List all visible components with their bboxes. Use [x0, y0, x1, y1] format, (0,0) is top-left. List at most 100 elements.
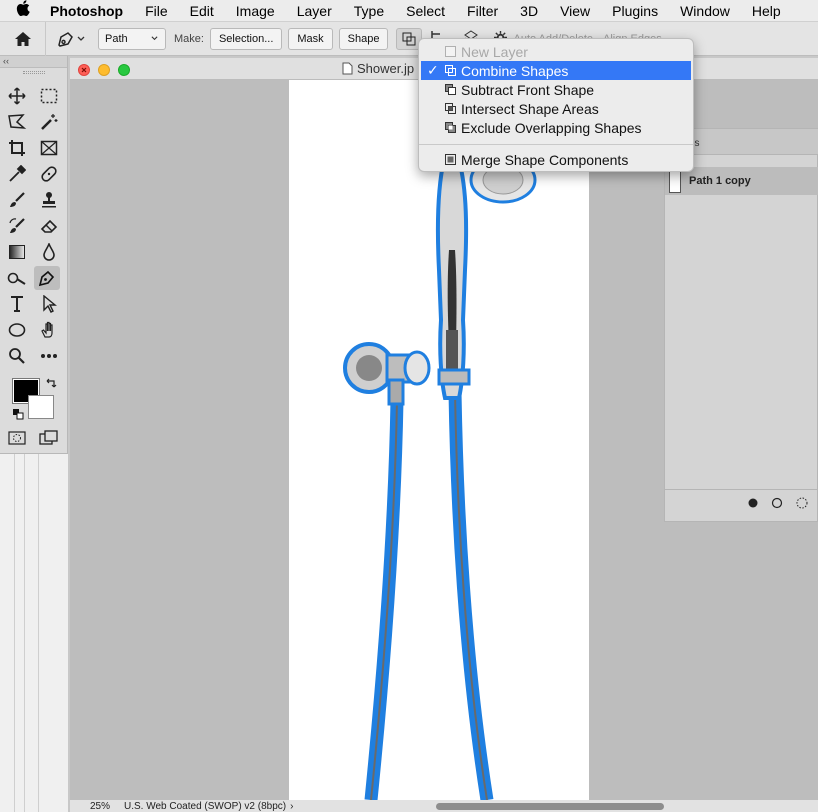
swap-arrows-icon [46, 378, 57, 388]
pen-tool-preset-picker[interactable] [56, 30, 86, 48]
panel-grip[interactable] [22, 71, 45, 74]
move-tool[interactable] [4, 84, 30, 108]
path-operations-menu: New Layer ✓ Combine Shapes Subtract Fron… [418, 38, 694, 172]
chevron-down-icon [77, 36, 85, 41]
close-window-button[interactable] [78, 64, 90, 76]
stroke-path-icon[interactable] [771, 497, 783, 509]
path-mode-select[interactable]: Path [98, 27, 166, 50]
merge-shape-components-icon [445, 154, 456, 165]
document-title: Shower.jp [342, 61, 414, 76]
combine-shapes-icon [445, 65, 456, 76]
make-shape-button[interactable]: Shape [338, 27, 389, 50]
collapse-panel-icon[interactable]: ‹‹ [3, 56, 9, 66]
menu-edit[interactable]: Edit [179, 3, 225, 19]
load-path-as-selection-icon[interactable] [795, 496, 809, 510]
menu-file[interactable]: File [134, 3, 179, 19]
ellipse-tool[interactable] [4, 318, 30, 342]
magic-wand-tool[interactable] [36, 110, 62, 134]
default-colors-button[interactable] [12, 407, 24, 425]
swap-colors-button[interactable] [45, 376, 57, 394]
default-colors-icon [13, 409, 24, 420]
apple-menu-icon[interactable] [0, 0, 46, 21]
magnifier-icon [9, 348, 25, 364]
minimize-window-button[interactable] [98, 64, 110, 76]
zoom-level[interactable]: 25% [90, 801, 110, 812]
horizontal-scrollbar[interactable] [436, 803, 664, 810]
gradient-icon [9, 245, 25, 259]
menu-item-subtract-front-shape[interactable]: Subtract Front Shape [419, 80, 693, 99]
fill-path-icon[interactable] [747, 497, 759, 509]
eraser-tool[interactable] [36, 214, 62, 238]
menu-bar: Photoshop File Edit Image Layer Type Sel… [0, 0, 818, 22]
paths-panel: hs Path 1 copy [664, 128, 818, 522]
crop-icon [9, 140, 25, 156]
history-brush-tool[interactable] [4, 214, 30, 238]
more-tools-button[interactable] [36, 344, 62, 368]
path-selection-tool[interactable] [36, 292, 62, 316]
gradient-tool[interactable] [4, 240, 30, 264]
exclude-overlapping-shapes-icon [445, 122, 456, 133]
type-icon [11, 296, 23, 312]
menu-item-merge-shape-components[interactable]: Merge Shape Components [419, 150, 693, 169]
menu-type[interactable]: Type [343, 3, 395, 19]
quick-mask-icon [8, 431, 26, 445]
background-color-swatch[interactable] [28, 395, 54, 419]
menu-item-label: Merge Shape Components [461, 151, 629, 168]
menu-app-name[interactable]: Photoshop [46, 3, 134, 19]
arrow-cursor-icon [43, 295, 57, 313]
marquee-tool[interactable] [36, 84, 62, 108]
menu-filter[interactable]: Filter [456, 3, 509, 19]
status-menu-arrow-icon[interactable]: › [290, 801, 293, 812]
clone-stamp-tool[interactable] [36, 188, 62, 212]
menu-select[interactable]: Select [395, 3, 456, 19]
quick-mask-button[interactable] [4, 426, 30, 450]
menu-plugins[interactable]: Plugins [601, 3, 669, 19]
dodge-icon [7, 272, 26, 285]
path-name: Path 1 copy [689, 175, 751, 187]
menu-help[interactable]: Help [741, 3, 792, 19]
checkmark-icon: ✓ [427, 62, 439, 78]
tools-panel-header[interactable]: ‹‹ [0, 56, 67, 68]
move-icon [8, 87, 26, 105]
home-button[interactable] [0, 21, 46, 56]
make-label: Make: [174, 32, 204, 45]
color-profile: U.S. Web Coated (SWOP) v2 (8bpc) [124, 800, 287, 812]
pen-tool[interactable] [34, 266, 60, 290]
frame-tool[interactable] [36, 136, 62, 160]
dodge-tool[interactable] [4, 266, 30, 290]
menu-item-label: Exclude Overlapping Shapes [461, 119, 642, 136]
zoom-tool[interactable] [4, 344, 30, 368]
make-mask-button[interactable]: Mask [288, 27, 333, 50]
brush-tool[interactable] [4, 188, 30, 212]
menu-item-exclude-overlapping-shapes[interactable]: Exclude Overlapping Shapes [419, 118, 693, 137]
combine-shapes-icon [402, 32, 416, 45]
document-icon [342, 62, 353, 75]
screen-mode-icon [39, 430, 58, 445]
type-tool[interactable] [4, 292, 30, 316]
intersect-shape-areas-icon [445, 103, 456, 114]
lasso-tool[interactable] [4, 110, 30, 134]
make-selection-button[interactable]: Selection... [209, 27, 283, 50]
menu-view[interactable]: View [549, 3, 601, 19]
menu-item-combine-shapes[interactable]: ✓ Combine Shapes [421, 61, 691, 80]
crop-tool[interactable] [4, 136, 30, 160]
menu-layer[interactable]: Layer [286, 3, 343, 19]
new-layer-icon [445, 46, 456, 57]
menu-window[interactable]: Window [669, 3, 741, 19]
document-title-text: Shower.jp [357, 61, 415, 76]
blur-tool[interactable] [36, 240, 62, 264]
eyedropper-tool[interactable] [4, 162, 30, 186]
shower-image-with-path [343, 147, 537, 800]
gutter-divider [38, 454, 39, 812]
hand-tool[interactable] [36, 318, 62, 342]
zoom-window-button[interactable] [118, 64, 130, 76]
options-bar: Path Make: Selection... Mask Shape Auto … [0, 21, 818, 56]
menu-3d[interactable]: 3D [509, 3, 549, 19]
menu-item-intersect-shape-areas[interactable]: Intersect Shape Areas [419, 99, 693, 118]
screen-mode-button[interactable] [36, 426, 62, 450]
healing-brush-tool[interactable] [36, 162, 62, 186]
menu-image[interactable]: Image [225, 3, 286, 19]
frame-icon [40, 140, 58, 156]
image-canvas[interactable] [289, 80, 589, 800]
menu-item-new-layer: New Layer [419, 42, 693, 61]
